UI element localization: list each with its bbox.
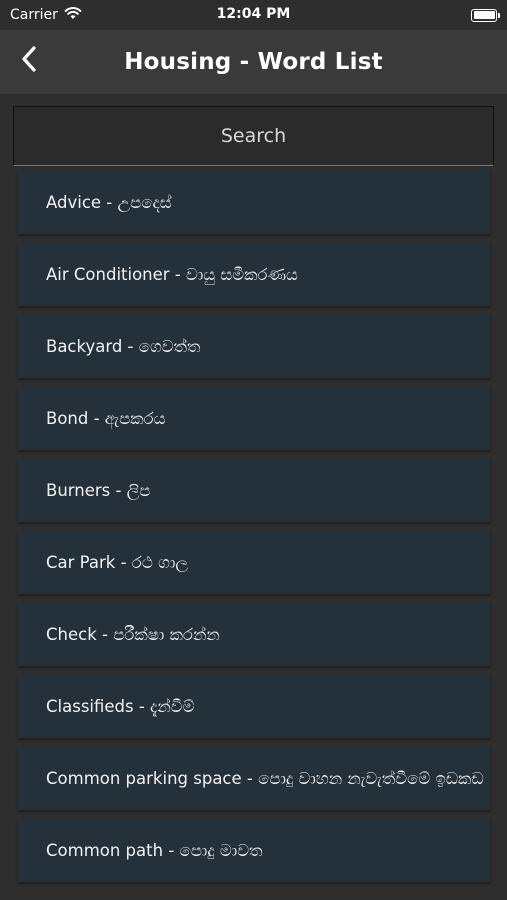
list-item[interactable]: Advice - උපදෙස් — [18, 171, 490, 234]
nav-bar: Housing - Word List — [0, 30, 507, 94]
list-item-label: Car Park - රථ ගාල — [46, 552, 188, 572]
list-item[interactable]: Air Conditioner - වායු සමීකරණය — [18, 243, 490, 306]
list-item-label: Advice - උපදෙස් — [46, 192, 172, 212]
list-item[interactable]: Common path - පොදු මාවත — [18, 819, 490, 882]
list-item[interactable]: Car Park - රථ ගාල — [18, 531, 490, 594]
list-item[interactable]: Backyard - ගෙවත්ත — [18, 315, 490, 378]
list-item-label: Common path - පොදු මාවත — [46, 840, 263, 860]
list-item-label: Bond - ඇපකරය — [46, 408, 166, 428]
chevron-left-icon — [20, 45, 38, 77]
search-box — [13, 106, 494, 166]
list-item-label: Common parking space - පොදු වාහන නැවැත්ව… — [46, 768, 484, 788]
list-item[interactable]: Bond - ඇපකරය — [18, 387, 490, 450]
list-item[interactable]: Burners - ලිප — [18, 459, 490, 522]
back-button[interactable] — [14, 44, 44, 78]
status-time: 12:04 PM — [216, 6, 291, 22]
status-bar: Carrier 12:04 PM — [0, 0, 507, 30]
list-item-label: Burners - ලිප — [46, 480, 151, 500]
list-item-label: Backyard - ගෙවත්ත — [46, 336, 201, 356]
list-item-label: Check - පරීක්ෂා කරන්න — [46, 624, 220, 644]
screen: Carrier 12:04 PM Housing - Word List Sea… — [0, 0, 507, 900]
list-item[interactable]: Check - පරීක්ෂා කරන්න — [18, 603, 490, 666]
page-title: Housing - Word List — [124, 49, 383, 75]
word-list: Advice - උපදෙස් Air Conditioner - වායු ස… — [18, 171, 490, 891]
battery-icon — [471, 8, 500, 22]
list-item[interactable]: Common parking space - පොදු වාහන නැවැත්ව… — [18, 747, 490, 810]
battery-fill — [473, 11, 495, 19]
search-input[interactable] — [14, 107, 493, 165]
list-item[interactable]: Classifieds - දැන්වීම් — [18, 675, 490, 738]
list-item-label: Classifieds - දැන්වීම් — [46, 696, 195, 716]
list-item-label: Air Conditioner - වායු සමීකරණය — [46, 264, 298, 284]
